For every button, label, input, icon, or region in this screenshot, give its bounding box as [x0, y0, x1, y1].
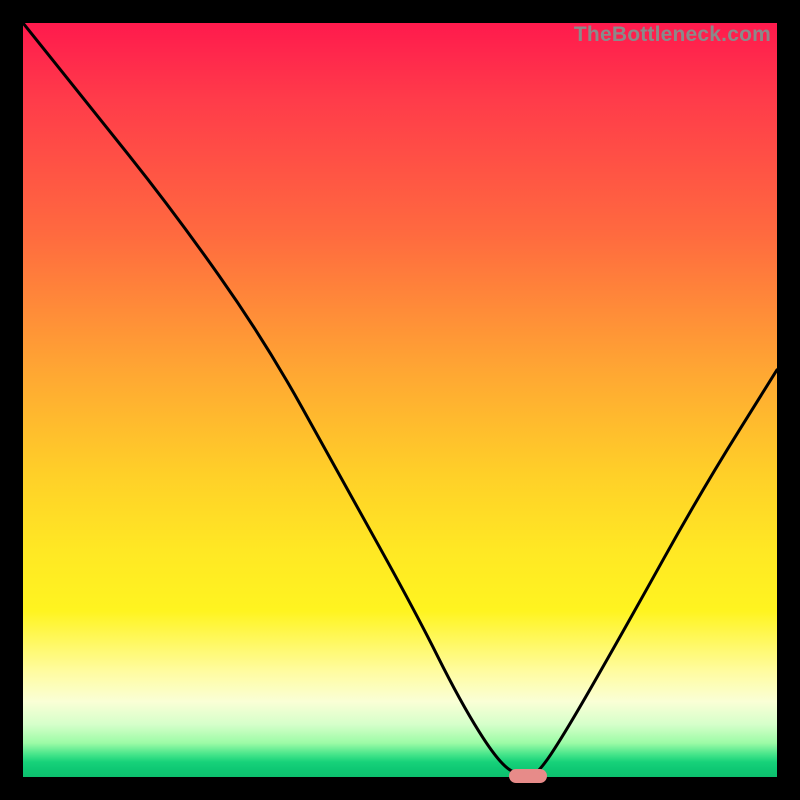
bottleneck-curve [23, 23, 777, 777]
watermark-text: TheBottleneck.com [574, 23, 771, 47]
chart-frame: TheBottleneck.com [0, 0, 800, 800]
chart-plot-area: TheBottleneck.com [23, 23, 777, 777]
optimal-marker [509, 769, 547, 783]
